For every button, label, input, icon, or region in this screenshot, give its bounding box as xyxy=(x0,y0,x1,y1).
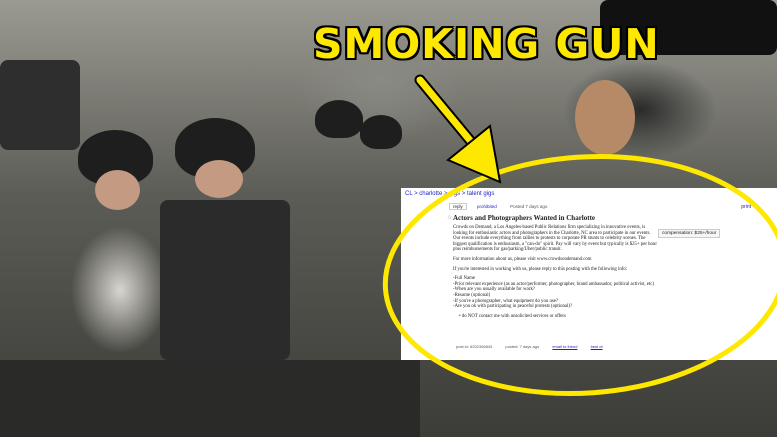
headline: SMOKING GUN xyxy=(313,20,660,68)
